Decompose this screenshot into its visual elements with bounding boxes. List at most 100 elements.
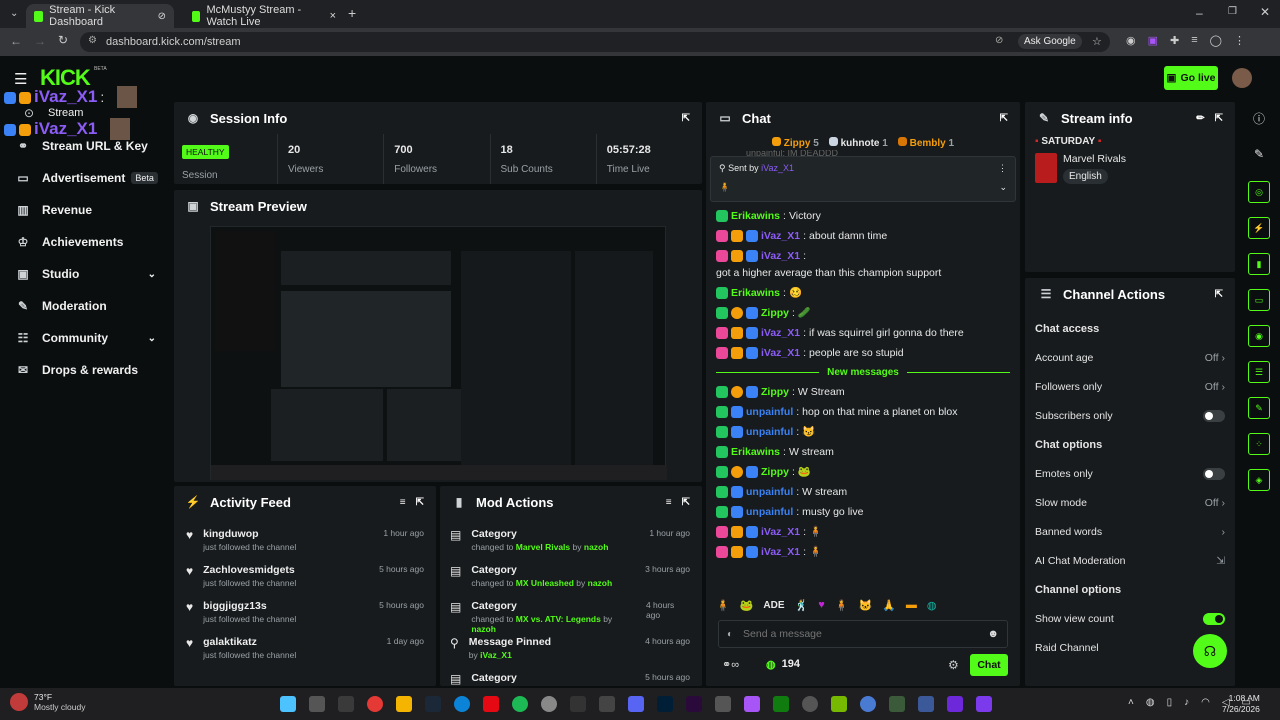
obs-icon[interactable] [541, 696, 557, 712]
spotify-icon[interactable] [512, 696, 528, 712]
chat-username[interactable]: unpainful [746, 405, 793, 419]
chat-username[interactable]: Erikawins [731, 445, 780, 459]
app-icon[interactable] [599, 696, 615, 712]
app-icon[interactable] [918, 696, 934, 712]
car-emote-icon[interactable]: ▬ [906, 599, 917, 611]
pinned-message[interactable]: ⚲ Sent by iVaz_X1 ⋮ 🧍 ⌄ [710, 156, 1016, 202]
wrench-action-icon[interactable]: ✎ [1248, 397, 1270, 419]
app-icon[interactable] [744, 696, 760, 712]
broadcast-action-icon[interactable]: ◉ [1248, 325, 1270, 347]
ask-google-button[interactable]: Ask Google [1018, 34, 1082, 49]
popout-icon[interactable]: ⇱ [1215, 289, 1223, 300]
forward-icon[interactable]: → [34, 34, 46, 48]
media-icon[interactable]: ≡ [1191, 34, 1197, 47]
followers-only-setting[interactable]: Followers only Off › [1035, 372, 1225, 401]
mute-icon[interactable]: ⊘ [158, 11, 166, 22]
info-icon[interactable]: ⓘ [1240, 102, 1278, 127]
steam-icon[interactable] [425, 696, 441, 712]
close-tab-icon[interactable]: × [330, 10, 336, 22]
chat-username[interactable]: iVaz_X1 [761, 326, 800, 340]
sidebar-item-drops-rewards[interactable]: ✉ Drops & rewards [0, 354, 170, 386]
tray-app-icon[interactable]: ▯ [1167, 697, 1173, 708]
avatar[interactable] [1232, 68, 1252, 88]
chat-username[interactable]: iVaz_X1 [761, 525, 800, 539]
filter-icon[interactable]: ≡ [400, 497, 406, 508]
tab-watch-live[interactable]: McMustyy Stream - Watch Live × [184, 4, 344, 28]
emote-icon[interactable]: 🕺 [795, 599, 809, 612]
chat-username[interactable]: unpainful [746, 485, 793, 499]
show-view-count-toggle[interactable] [1203, 612, 1225, 625]
popout-icon[interactable]: ⇱ [682, 113, 690, 124]
emote-icon[interactable]: 🙏 [882, 599, 896, 612]
emote-icon[interactable]: 🐸 [740, 599, 754, 612]
weather-widget[interactable]: 73°F Mostly cloudy [10, 692, 86, 712]
tray-chevron-icon[interactable]: ˄ [1128, 697, 1134, 708]
chat-action-icon[interactable]: ▭ [1248, 289, 1270, 311]
chat-username[interactable]: Erikawins [731, 286, 780, 300]
chat-gear-icon[interactable]: ⚙ [948, 658, 959, 672]
lightning-action-icon[interactable]: ⚡ [1248, 217, 1270, 239]
sidebar-item-stream-url[interactable]: ⚭ Stream URL & Key [0, 130, 170, 162]
close-window-icon[interactable]: ✕ [1260, 5, 1270, 19]
chat-username[interactable]: iVaz_X1 [761, 249, 800, 263]
app-icon[interactable] [802, 696, 818, 712]
chat-settings-icon[interactable]: ◐ [727, 629, 733, 640]
channel-points[interactable]: ◍ 194 [766, 658, 800, 671]
sidebar-item-studio[interactable]: ▣ Studio ⌄ [0, 258, 170, 290]
emoji-picker-icon[interactable]: ☻ [987, 628, 999, 640]
edit-icon[interactable]: ✏ [1196, 113, 1204, 124]
banned-words-setting[interactable]: Banned words › [1035, 517, 1225, 546]
clock[interactable]: 1:08 AM 7/26/2026 [1222, 693, 1260, 715]
camera-action-icon[interactable]: ◎ [1248, 181, 1270, 203]
chevron-down-icon[interactable]: ⌄ [999, 182, 1007, 193]
emote-icon[interactable]: 🐱 [858, 599, 872, 612]
disc-emote-icon[interactable]: ◍ [927, 599, 937, 612]
extensions-puzzle-icon[interactable]: ✚ [1170, 34, 1179, 47]
discord-icon[interactable] [628, 696, 644, 712]
filter-icon[interactable]: ≡ [666, 497, 672, 508]
site-info-icon[interactable]: ⚙ [88, 35, 97, 46]
target-action-icon[interactable]: ◈ [1248, 469, 1270, 491]
account-age-setting[interactable]: Account age Off › [1035, 343, 1225, 372]
send-chat-button[interactable]: Chat [970, 654, 1008, 676]
maximize-icon[interactable]: ❐ [1228, 6, 1237, 17]
sidebar-item-achievements[interactable]: ♔ Achievements [0, 226, 170, 258]
go-live-button[interactable]: ▣ Go live [1164, 66, 1218, 90]
file-explorer-icon[interactable] [396, 696, 412, 712]
chat-username[interactable]: Zippy [761, 385, 789, 399]
xbox-icon[interactable] [773, 696, 789, 712]
clip-action-icon[interactable]: ▮ [1248, 253, 1270, 275]
profile-icon[interactable]: ◯ [1210, 34, 1222, 47]
poll-action-icon[interactable]: ☰ [1248, 361, 1270, 383]
back-icon[interactable]: ← [10, 34, 22, 48]
stream-preview-video[interactable] [210, 226, 667, 480]
popout-icon[interactable]: ⇱ [682, 497, 690, 508]
sidebar-item-stream[interactable]: ⊙ Stream [6, 106, 170, 120]
edge-icon[interactable] [454, 696, 470, 712]
chat-username[interactable]: iVaz_X1 [761, 229, 800, 243]
app-icon[interactable] [947, 696, 963, 712]
chat-mode-icon[interactable]: ⚭∞ [722, 658, 739, 671]
netflix-icon[interactable] [483, 696, 499, 712]
mic-icon[interactable]: ♪ [1184, 697, 1189, 708]
chat-username[interactable]: Zippy [761, 465, 789, 479]
chat-username[interactable]: unpainful [746, 425, 793, 439]
ai-chat-moderation-setting[interactable]: AI Chat Moderation ⇲ [1035, 546, 1225, 575]
sidebar-item-revenue[interactable]: ▥ Revenue [0, 194, 170, 226]
emote-icon[interactable]: 🧍 [835, 599, 849, 612]
send-message-field[interactable] [743, 628, 978, 640]
reload-icon[interactable]: ↻ [58, 33, 68, 47]
premiere-icon[interactable] [686, 696, 702, 712]
tab-stream-dashboard[interactable]: Stream - Kick Dashboard ⊘ [26, 4, 174, 28]
app-icon[interactable] [715, 696, 731, 712]
chat-username[interactable]: Zippy [761, 306, 789, 320]
bookmark-star-icon[interactable]: ☆ [1092, 35, 1102, 48]
menu-icon[interactable]: ⋮ [1234, 34, 1245, 47]
emotes-only-toggle[interactable] [1203, 467, 1225, 480]
store-icon[interactable] [338, 696, 354, 712]
chrome-icon[interactable] [367, 696, 383, 712]
app-icon[interactable] [976, 696, 992, 712]
tab-search-icon[interactable]: ⌄ [10, 8, 18, 19]
chat-username[interactable]: unpainful [746, 505, 793, 519]
emote-ade[interactable]: ADE [763, 600, 784, 611]
